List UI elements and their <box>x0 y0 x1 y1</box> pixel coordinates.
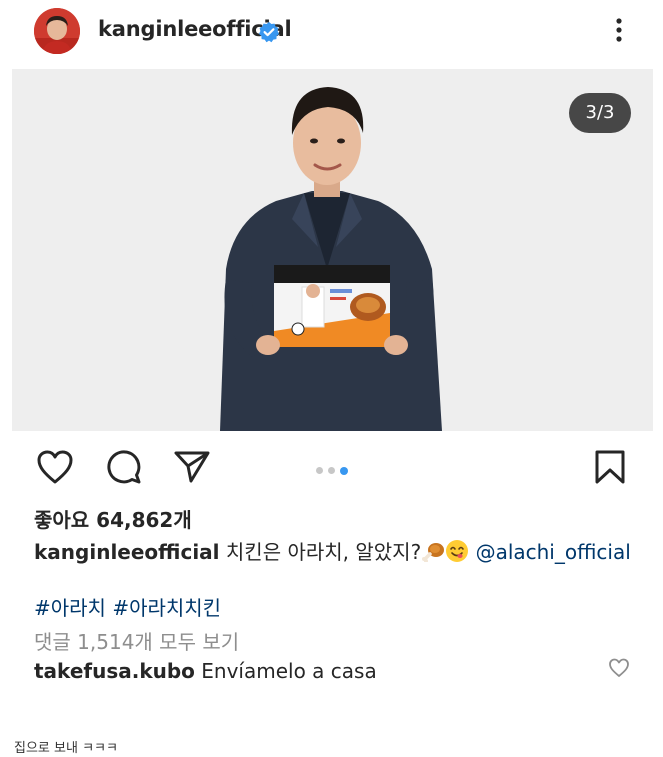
comment-like-heart-icon[interactable] <box>608 657 630 679</box>
comment-username[interactable]: takefusa.kubo <box>34 659 195 683</box>
avatar[interactable] <box>34 8 80 54</box>
comment-text: Envíamelo a casa <box>201 659 377 683</box>
chicken-leg-emoji-icon <box>421 540 445 567</box>
likes-count[interactable]: 좋아요 64,862개 <box>34 504 192 533</box>
view-all-comments-link[interactable]: 댓글 1,514개 모두 보기 <box>34 626 239 655</box>
post-photo[interactable] <box>12 69 653 431</box>
like-heart-icon[interactable] <box>36 449 74 485</box>
caption-mention-link[interactable]: @alachi_official <box>476 540 631 564</box>
carousel-dot-1 <box>316 467 323 474</box>
more-options-icon[interactable] <box>606 14 632 46</box>
carousel-dots <box>316 460 353 475</box>
caption-username[interactable]: kanginleeofficial <box>34 540 220 564</box>
caption-text: 치킨은 아라치, 알았지? <box>225 540 422 564</box>
hashtags[interactable]: #아라치 #아라치치킨 <box>34 592 221 621</box>
carousel-dot-2 <box>328 467 335 474</box>
post-caption: kanginleeofficial 치킨은 아라치, 알았지? @alachi_… <box>34 536 631 568</box>
carousel-dot-3-active <box>340 466 348 475</box>
footer-caption: 집으로 보내 ㅋㅋㅋ <box>14 741 118 756</box>
verified-badge-icon <box>258 21 280 43</box>
instagram-post: kanginleeofficial 3/3 좋아요 64,862개 kangin… <box>0 0 663 757</box>
slide-counter: 3/3 <box>569 93 631 133</box>
bookmark-save-icon[interactable] <box>594 449 626 485</box>
yum-face-emoji-icon <box>445 539 469 568</box>
comment-icon[interactable] <box>105 449 143 485</box>
comment-row: takefusa.kubo Envíamelo a casa <box>34 659 377 683</box>
share-send-icon[interactable] <box>173 448 211 484</box>
post-header: kanginleeofficial <box>0 0 663 68</box>
